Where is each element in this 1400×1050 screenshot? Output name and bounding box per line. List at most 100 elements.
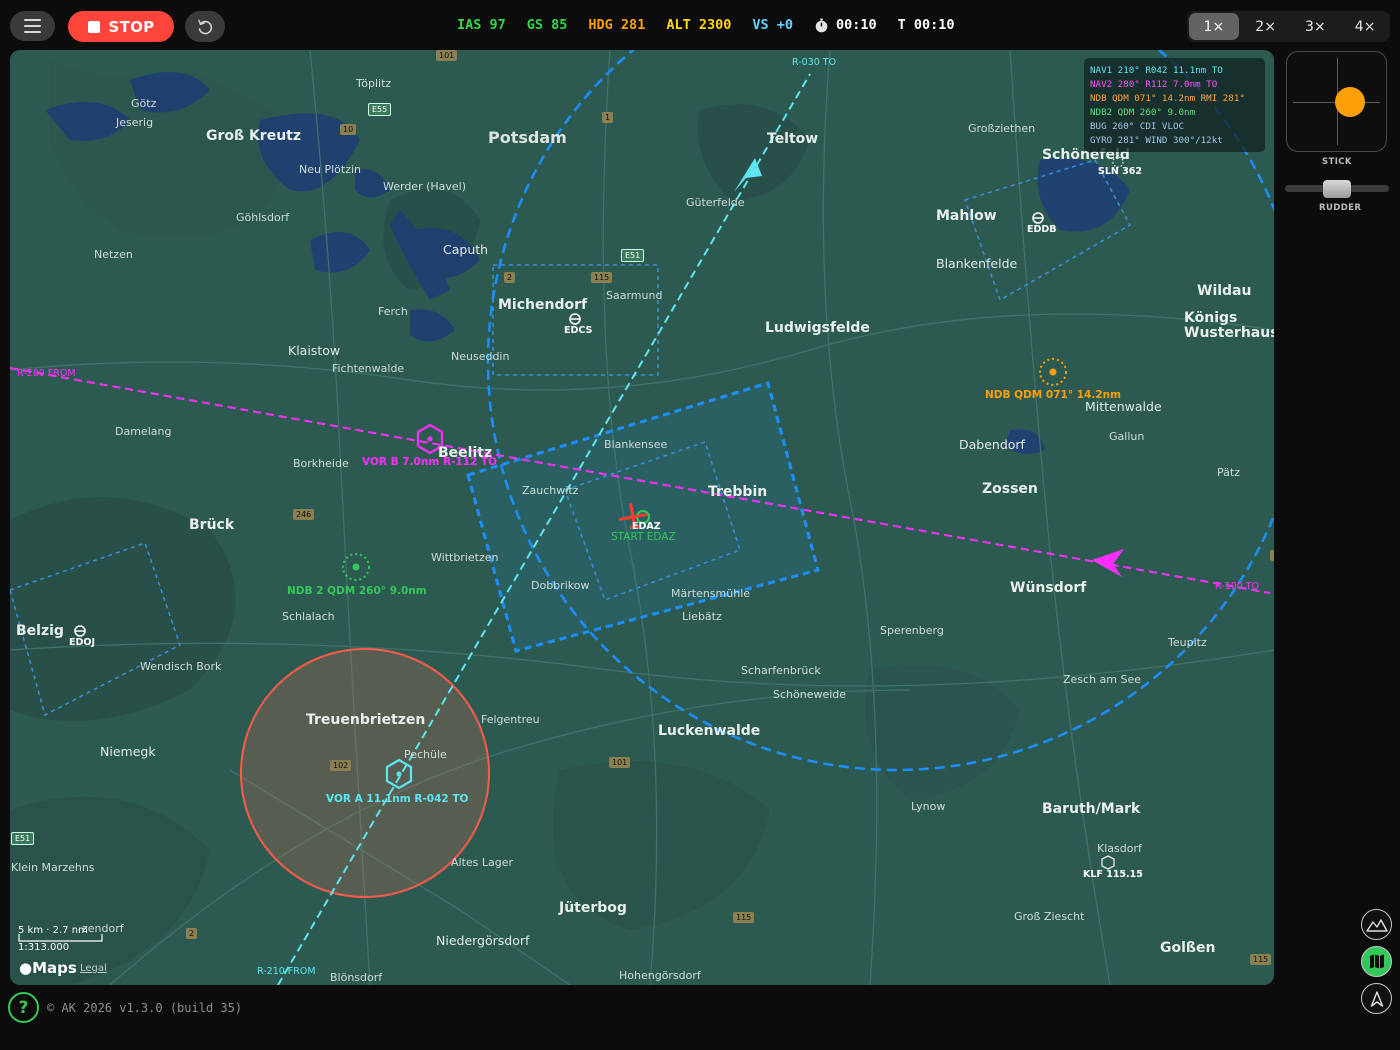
rudder-label: RUDDER xyxy=(1319,203,1362,213)
radial-label-r030: R-030 TO xyxy=(792,57,837,68)
airport-edoj[interactable]: EDOJ xyxy=(69,637,95,648)
map-label-city: Ludwigsfelde xyxy=(765,320,870,336)
ndb2-readout: NDB2 QDM 260° 9.0nm xyxy=(1090,107,1196,118)
map-label-city: Brück xyxy=(189,517,235,533)
terrain-toggle-button[interactable] xyxy=(1361,909,1392,940)
scale-ratio: 1:313.000 xyxy=(18,942,70,953)
map-label-potsdam: Potsdam xyxy=(488,128,567,147)
map-label-town: Neuseddin xyxy=(451,350,510,363)
klf-label: KLF 115.15 xyxy=(1083,869,1143,880)
reset-icon xyxy=(198,19,213,34)
map-label-town: Fichtenwalde xyxy=(332,362,405,375)
map-label-town: Klein Marzehns xyxy=(11,861,95,874)
total-time: T 00:10 xyxy=(897,17,955,33)
map-label-town: Göhlsdorf xyxy=(236,211,290,224)
gyro-wind-readout: GYRO 281° WIND 300°/12kt xyxy=(1090,135,1223,146)
map-label-town: Altes Lager xyxy=(451,856,514,869)
road-shield: 115 xyxy=(1250,954,1272,965)
map-label-city: Zossen xyxy=(982,481,1038,497)
road-shield: 10 xyxy=(340,124,357,135)
map-label-city: Belzig xyxy=(16,623,64,639)
map-label-city: Michendorf xyxy=(498,297,588,313)
map-label-town: Blankensee xyxy=(604,438,668,451)
map-label-city: Wünsdorf xyxy=(1010,580,1087,596)
map-label-city: Königs xyxy=(1184,310,1238,326)
map-label-town: zendorf xyxy=(82,922,124,935)
version-info: © AK 2026 v1.3.0 (build 35) xyxy=(47,1001,243,1015)
map-label-town: Borkheide xyxy=(293,457,349,470)
stop-label: STOP xyxy=(108,17,155,36)
road-shield: 102 xyxy=(330,760,352,771)
map-label-town: Großziethen xyxy=(968,122,1036,135)
apple-maps-logo: ●Maps xyxy=(19,959,77,977)
map-label-town: Gallun xyxy=(1109,430,1145,443)
speed-option-4x[interactable]: 4× xyxy=(1340,11,1390,42)
map-label-town: Saarmund xyxy=(606,289,663,302)
map-label-town: Teupitz xyxy=(1168,636,1207,649)
map-label-town: Wendisch Bork xyxy=(140,660,222,673)
sln-label: SLN 362 xyxy=(1098,166,1142,177)
map-label-city: Treuenbrietzen xyxy=(306,712,426,728)
road-shield: 246 xyxy=(293,509,315,520)
north-up-button[interactable] xyxy=(1361,983,1392,1014)
map-label-town: Ferch xyxy=(378,305,408,318)
speed-option-3x[interactable]: 3× xyxy=(1291,11,1341,42)
map-label-city: Trebbin xyxy=(708,484,768,500)
legal-link[interactable]: Legal xyxy=(80,963,107,974)
map-label-town: Werder (Havel) xyxy=(383,180,467,193)
ndb2-label: NDB 2 QDM 260° 9.0nm xyxy=(287,585,427,597)
map-label-town: Zesch am See xyxy=(1063,673,1142,686)
road-shield: 101 xyxy=(609,757,631,768)
map-label-town: Damelang xyxy=(115,425,172,438)
speed-option-2x[interactable]: 2× xyxy=(1241,11,1291,42)
apple-logo-icon: ● xyxy=(19,959,33,977)
ndb-label: NDB QDM 071° 14.2nm xyxy=(985,389,1122,401)
alt-readout: ALT 2300 xyxy=(666,17,732,33)
map-label-town: Güterfelde xyxy=(686,196,745,209)
bug-cdi-readout: BUG 260° CDI VLOC xyxy=(1090,121,1185,132)
map-label-town: Blönsdorf xyxy=(330,971,383,984)
map-label-city: Teltow xyxy=(767,131,819,147)
road-shield: 115 xyxy=(591,272,613,283)
vor-a-label: VOR A 11.1nm R-042 TO xyxy=(326,793,469,805)
reset-button[interactable] xyxy=(185,11,225,42)
map-view[interactable]: Potsdam Groß Kreutz Teltow Ludwigsfelde … xyxy=(10,50,1274,985)
map-scale: 5 km · 2.7 nm 1:313.000 xyxy=(18,925,88,953)
map-label-town: Dabendorf xyxy=(959,437,1025,452)
road-shield: 1 xyxy=(602,112,614,123)
map-label-town: Schöneweide xyxy=(773,688,847,701)
vs-readout: VS +0 xyxy=(752,17,793,33)
map-label-city: Wildau xyxy=(1197,283,1252,299)
help-button[interactable]: ? xyxy=(8,992,39,1023)
map-style-button[interactable] xyxy=(1361,946,1392,977)
map-label-town: Netzen xyxy=(94,248,133,261)
telemetry-readout: IAS 97 GS 85 HDG 281 ALT 2300 VS +0 00:1… xyxy=(457,17,955,33)
map-label-town: Dobbrikow xyxy=(531,579,590,592)
airport-edcs[interactable]: EDCS xyxy=(564,325,592,336)
map-label-town: Groß Ziescht xyxy=(1014,910,1085,923)
map-label-town: Sperenberg xyxy=(880,624,944,637)
stop-button[interactable]: STOP xyxy=(68,11,174,42)
road-shield: 115 xyxy=(733,912,755,923)
klf-vor-icon xyxy=(1101,855,1115,870)
ndb-readout: NDB QDM 071° 14.2nm RMI 281° xyxy=(1090,93,1245,104)
menu-button[interactable] xyxy=(10,11,55,41)
map-label-town: Felgentreu xyxy=(481,713,540,726)
map-label-town: Blankenfelde xyxy=(936,256,1018,271)
stick-knob[interactable] xyxy=(1335,87,1365,117)
radial-label-r210: R-210 FROM xyxy=(257,966,316,977)
ias-readout: IAS 97 xyxy=(457,17,506,33)
map-label-city: Jüterbog xyxy=(559,900,627,916)
stopwatch-icon xyxy=(815,18,828,32)
speed-option-1x[interactable]: 1× xyxy=(1189,13,1239,40)
airport-eddb[interactable]: EDDB xyxy=(1027,224,1057,235)
map-label-town: Liebätz xyxy=(682,610,722,623)
radial-label-r280: R-280 FROM xyxy=(17,368,76,379)
map-label-city: Mahlow xyxy=(936,208,997,224)
stick-control[interactable] xyxy=(1286,51,1387,152)
sim-speed-selector[interactable]: 1× 2× 3× 4× xyxy=(1187,11,1390,42)
rudder-knob[interactable] xyxy=(1323,180,1351,198)
map-label-town: Scharfenbrück xyxy=(741,664,821,677)
map-label-town: Mittenwalde xyxy=(1085,399,1162,414)
map-label-town: Pätz xyxy=(1217,466,1240,479)
